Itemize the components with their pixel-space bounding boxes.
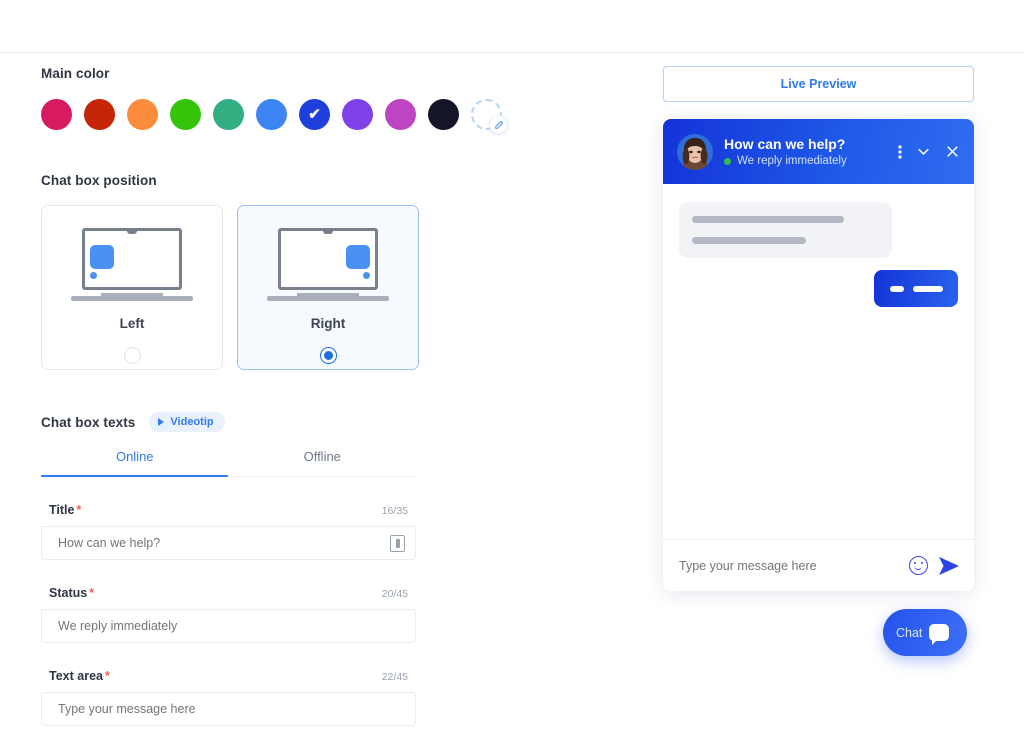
incoming-message-placeholder <box>679 202 892 258</box>
tab-offline[interactable]: Offline <box>229 449 417 477</box>
more-options-icon[interactable] <box>898 144 902 160</box>
chat-widget-header-actions <box>898 144 960 160</box>
color-swatch-light-blue[interactable] <box>256 99 287 130</box>
live-preview-button[interactable]: Live Preview <box>663 66 974 102</box>
placeholder-bar <box>912 285 943 292</box>
chat-widget-input-bar <box>663 539 974 591</box>
color-swatch-magenta[interactable] <box>385 99 416 130</box>
field-title-counter: 16/35 <box>381 505 408 517</box>
check-icon: ✔ <box>308 106 321 123</box>
placeholder-bar <box>889 285 904 292</box>
chat-box-texts-header: Chat box texts Videotip <box>41 412 419 432</box>
field-text-area: Text area * 22/45 <box>41 669 416 726</box>
laptop-right-icon <box>267 228 389 302</box>
send-icon[interactable] <box>938 556 960 576</box>
status-input[interactable] <box>58 619 405 633</box>
position-radio-right[interactable] <box>319 347 337 364</box>
color-swatch-row: ✔ <box>41 99 508 134</box>
field-text-area-label: Text area * <box>49 669 110 683</box>
required-marker: * <box>89 586 95 600</box>
device-icon[interactable] <box>390 534 405 552</box>
color-swatch-pink[interactable] <box>41 99 72 130</box>
field-status-input-wrap[interactable] <box>41 609 416 643</box>
chat-bubble-icon <box>929 624 950 645</box>
chat-message-input[interactable] <box>679 558 899 573</box>
field-status: Status * 20/45 <box>41 586 416 643</box>
custom-color-picker[interactable] <box>471 99 508 134</box>
required-marker: * <box>76 503 82 517</box>
chat-widget-body <box>663 184 974 539</box>
chat-box-position-options: Left Right <box>41 205 419 370</box>
text-tabs: Online Offline <box>41 449 416 477</box>
laptop-left-icon <box>71 228 193 302</box>
chat-launcher-button[interactable]: Chat <box>883 609 967 656</box>
online-status-dot <box>724 157 731 165</box>
chat-box-position-label: Chat box position <box>41 173 157 188</box>
color-swatch-blue[interactable]: ✔ <box>299 99 330 130</box>
color-swatch-orange[interactable] <box>127 99 158 130</box>
position-option-right-label: Right <box>310 316 346 331</box>
position-option-right[interactable]: Right <box>237 205 419 370</box>
position-option-left-label: Left <box>119 316 145 331</box>
top-divider <box>0 52 1024 53</box>
field-status-label: Status * <box>49 586 95 600</box>
videotip-badge[interactable]: Videotip <box>149 412 225 432</box>
field-title-input-wrap[interactable] <box>41 526 416 560</box>
pencil-icon <box>489 115 508 134</box>
color-swatch-purple[interactable] <box>342 99 373 130</box>
field-text-area-input-wrap[interactable] <box>41 692 416 726</box>
page-root: Main color ✔ Chat box position Left Righ… <box>0 0 1024 731</box>
field-text-area-counter: 22/45 <box>381 671 408 683</box>
required-marker: * <box>104 669 110 683</box>
position-radio-left[interactable] <box>123 347 141 364</box>
chat-launcher-label: Chat <box>896 625 923 640</box>
position-option-left[interactable]: Left <box>41 205 223 370</box>
chat-widget-status: We reply immediately <box>724 155 887 167</box>
live-preview-label: Live Preview <box>780 77 857 91</box>
preview-column: Live Preview How can we help? We reply i… <box>663 66 974 591</box>
tab-online-label: Online <box>115 449 154 464</box>
chat-widget-status-label: We reply immediately <box>737 155 847 168</box>
color-swatch-green[interactable] <box>170 99 201 130</box>
settings-column: Main color ✔ Chat box position Left Righ… <box>41 66 508 726</box>
color-swatch-teal-green[interactable] <box>213 99 244 130</box>
field-title: Title * 16/35 <box>41 503 416 560</box>
close-icon[interactable] <box>945 144 960 159</box>
outgoing-message-placeholder <box>874 270 958 307</box>
field-title-label: Title * <box>49 503 82 517</box>
tab-offline-label: Offline <box>303 449 341 464</box>
title-input[interactable] <box>58 536 390 550</box>
agent-avatar <box>677 133 713 170</box>
placeholder-bar <box>692 216 844 223</box>
color-swatch-near-black[interactable] <box>428 99 459 130</box>
tab-online[interactable]: Online <box>41 449 229 477</box>
play-icon <box>158 418 165 426</box>
chat-widget-title: How can we help? <box>724 135 846 152</box>
main-color-label: Main color <box>41 66 110 81</box>
emoji-icon[interactable] <box>909 556 928 575</box>
color-swatch-dark-red[interactable] <box>84 99 115 130</box>
text-area-input[interactable] <box>58 702 405 716</box>
chat-widget-header-texts: How can we help? We reply immediately <box>724 135 887 167</box>
field-status-counter: 20/45 <box>381 588 408 600</box>
chevron-down-icon[interactable] <box>916 144 931 159</box>
placeholder-bar <box>692 237 806 244</box>
videotip-label: Videotip <box>170 416 214 428</box>
chat-widget-preview: How can we help? We reply immediately <box>663 119 974 591</box>
chat-box-texts-label: Chat box texts <box>41 414 136 430</box>
chat-widget-header: How can we help? We reply immediately <box>663 119 974 184</box>
tabs-active-indicator <box>41 474 228 477</box>
